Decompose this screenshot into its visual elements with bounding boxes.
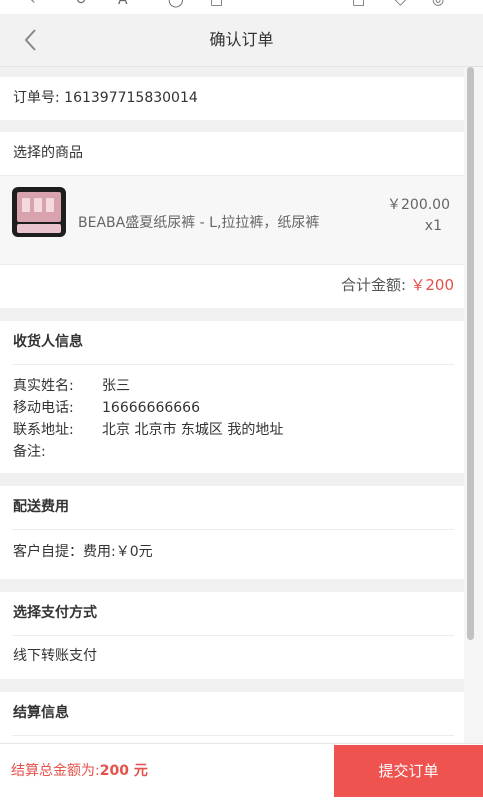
selected-goods-card: 选择的商品 BEABA盛夏纸尿裤 - L,拉拉裤，纸尿裤 ￥200.00 x1 … xyxy=(0,132,464,308)
submit-order-button[interactable]: 提交订单 xyxy=(334,745,483,797)
receiver-address-label: 联系地址: xyxy=(13,422,74,438)
product-thumbnail xyxy=(12,187,66,237)
browser-shield-icon: ◇ xyxy=(395,0,406,8)
order-number-card: 订单号: 161397715830014 xyxy=(0,77,464,120)
goods-heading: 选择的商品 xyxy=(13,145,83,161)
browser-extension-icon: ◯ xyxy=(168,0,184,8)
page-header: 确认订单 xyxy=(0,14,483,67)
browser-toolbar-strip: ‹ ↻ A ◯ □ □ ◇ ◎ xyxy=(0,0,483,14)
browser-tab-icon: □ xyxy=(210,0,224,8)
divider xyxy=(12,735,454,736)
settlement-total-value: 200 元 xyxy=(99,763,148,779)
order-confirm-content[interactable]: 订单号: 161397715830014 选择的商品 BEABA盛夏纸尿裤 - … xyxy=(0,67,464,743)
receiver-row-name: 真实姓名: 张三 xyxy=(13,375,130,397)
settlement-card: 结算信息 xyxy=(0,692,464,743)
vertical-scrollbar[interactable] xyxy=(464,67,483,743)
shipping-heading: 配送费用 xyxy=(13,499,69,515)
receiver-row-phone: 移动电话: 16666666666 xyxy=(13,397,200,419)
receiver-name-value: 张三 xyxy=(102,378,130,394)
receiver-row-address: 联系地址: 北京 北京市 东城区 我的地址 xyxy=(13,419,283,441)
payment-method-card: 选择支付方式 线下转账支付 xyxy=(0,592,464,679)
divider xyxy=(12,529,454,530)
goods-total-label: 合计金额: xyxy=(340,276,406,294)
divider xyxy=(12,635,454,636)
checkout-footer: 结算总金额为:200 元 提交订单 xyxy=(0,743,483,800)
shipping-option[interactable]: 客户自提：费用:￥0元 xyxy=(13,536,153,568)
settlement-heading: 结算信息 xyxy=(13,705,69,721)
receiver-row-note: 备注: xyxy=(13,441,102,463)
product-price: ￥200.00 xyxy=(387,197,450,213)
scrollbar-thumb[interactable] xyxy=(467,67,474,640)
settlement-total: 结算总金额为:200 元 xyxy=(11,744,148,798)
order-number: 订单号: 161397715830014 xyxy=(13,90,198,106)
divider xyxy=(12,364,454,365)
shipping-fee-card: 配送费用 客户自提：费用:￥0元 xyxy=(0,486,464,579)
browser-share-icon: □ xyxy=(352,0,366,8)
product-name: BEABA盛夏纸尿裤 - L,拉拉裤，纸尿裤 xyxy=(78,215,320,231)
receiver-phone-value: 16666666666 xyxy=(102,400,200,416)
receiver-info-card: 收货人信息 真实姓名: 张三 移动电话: 16666666666 联系地址: 北京 北… xyxy=(0,321,464,473)
browser-menu-icon: ◎ xyxy=(432,0,445,8)
goods-total-value: ￥200 xyxy=(410,276,454,294)
product-quantity: x1 xyxy=(424,218,442,234)
settlement-total-label: 结算总金额为: xyxy=(11,763,100,779)
payment-option[interactable]: 线下转账支付 xyxy=(13,642,97,670)
receiver-address-value: 北京 北京市 东城区 我的地址 xyxy=(102,422,284,438)
payment-heading: 选择支付方式 xyxy=(13,605,97,621)
receiver-heading: 收货人信息 xyxy=(13,334,83,350)
browser-refresh-icon: ↻ xyxy=(75,0,87,8)
page-title: 确认订单 xyxy=(209,30,274,49)
divider xyxy=(0,264,464,265)
receiver-note-label: 备注: xyxy=(13,444,46,460)
receiver-phone-label: 移动电话: xyxy=(13,400,74,416)
browser-back-icon: ‹ xyxy=(30,0,36,8)
browser-font-icon: A xyxy=(118,0,128,8)
receiver-name-label: 真实姓名: xyxy=(13,378,74,394)
goods-item[interactable]: BEABA盛夏纸尿裤 - L,拉拉裤，纸尿裤 ￥200.00 x1 xyxy=(0,176,464,264)
